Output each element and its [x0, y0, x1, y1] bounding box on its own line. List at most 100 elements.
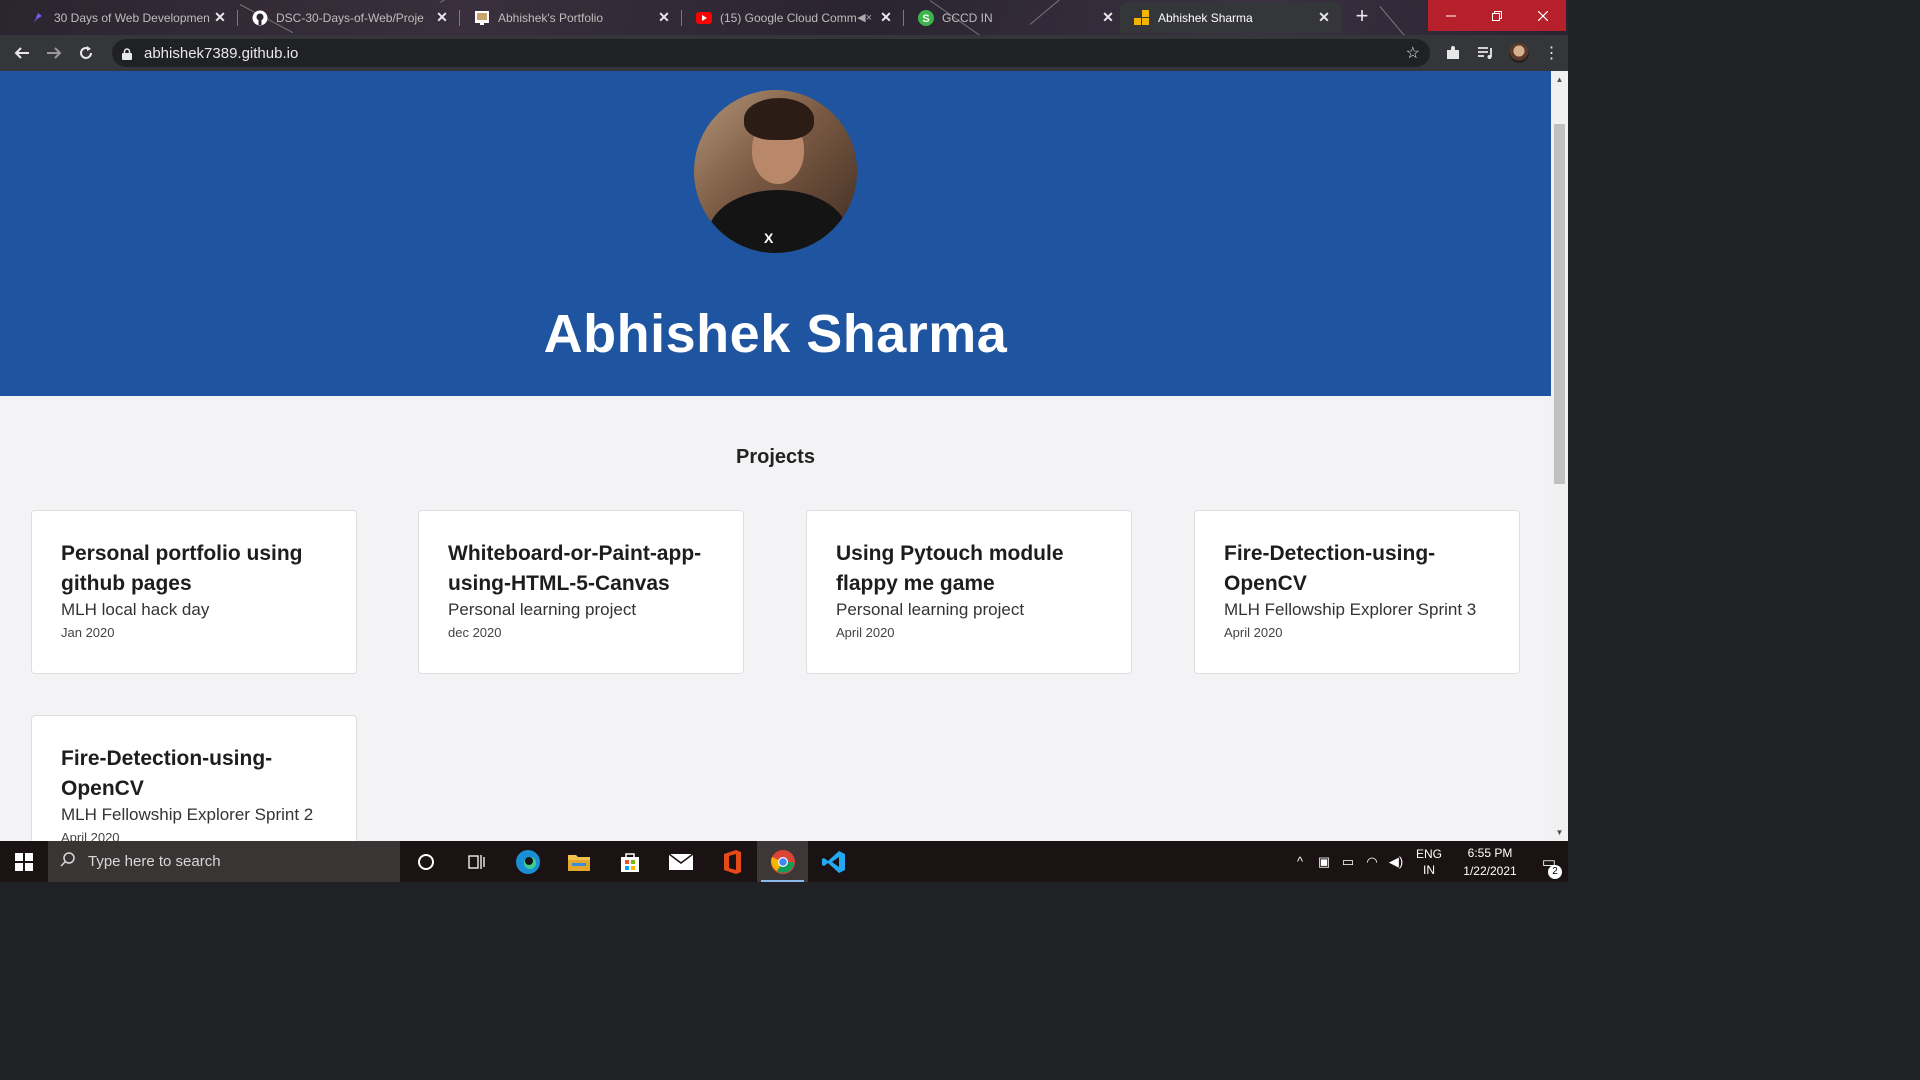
menu-kebab-icon[interactable]: ⋮: [1535, 37, 1568, 69]
project-card[interactable]: Fire-Detection-using-OpenCV MLH Fellowsh…: [31, 715, 357, 841]
windows-logo-icon: [15, 852, 33, 871]
forward-button[interactable]: [38, 37, 70, 69]
taskbar-office[interactable]: [706, 841, 757, 882]
taskbar-store[interactable]: [604, 841, 655, 882]
project-title: Fire-Detection-using-OpenCV: [61, 747, 273, 800]
github-icon: [252, 10, 268, 26]
store-icon: [620, 852, 639, 872]
project-subtitle: MLH Fellowship Explorer Sprint 3: [1224, 600, 1477, 619]
project-date: April 2020: [836, 625, 895, 640]
scroll-thumb[interactable]: [1554, 124, 1565, 484]
reload-icon: [80, 46, 92, 59]
cortana-icon: [417, 853, 434, 870]
close-window-button[interactable]: [1520, 0, 1566, 31]
project-subtitle: Personal learning project: [836, 600, 1025, 619]
reload-button[interactable]: [70, 37, 102, 69]
close-icon[interactable]: ✕: [1100, 9, 1116, 26]
lock-icon[interactable]: [122, 47, 132, 60]
project-title: Using Pytouch module flappy me game: [836, 542, 1064, 595]
wifi-icon[interactable]: ◠: [1360, 854, 1384, 870]
taskbar-search-box[interactable]: Type here to search: [48, 841, 400, 882]
close-icon[interactable]: ✕: [212, 9, 228, 26]
chevron-up-icon[interactable]: ^: [1288, 854, 1312, 869]
project-card[interactable]: Using Pytouch module flappy me game Pers…: [806, 510, 1132, 674]
hero-name: Abhishek Sharma: [543, 304, 1008, 364]
meet-now-icon[interactable]: ▣: [1312, 854, 1336, 870]
project-title: Personal portfolio using github pages: [61, 542, 303, 595]
s-icon: S: [918, 9, 934, 26]
tab-gccd[interactable]: S GCCD IN ✕: [904, 2, 1126, 33]
project-date: April 2020: [61, 830, 120, 841]
task-view-icon: [467, 854, 485, 869]
tab-github[interactable]: DSC-30-Days-of-Web/Proje ✕: [238, 2, 460, 33]
youtube-icon: [696, 10, 712, 26]
new-tab-button[interactable]: +: [1350, 5, 1374, 28]
taskbar-file-explorer[interactable]: [553, 841, 604, 882]
tab-portfolio[interactable]: Abhishek's Portfolio ✕: [460, 2, 682, 33]
profile-avatar[interactable]: [1502, 37, 1535, 69]
arrow-left-icon: [14, 47, 29, 59]
restore-button[interactable]: [1474, 0, 1520, 31]
scroll-down-arrow[interactable]: ▼: [1551, 824, 1568, 841]
notification-count: 2: [1548, 864, 1562, 879]
hero-banner: X Abhishek Sharma: [0, 71, 1551, 396]
search-placeholder: Type here to search: [88, 853, 221, 870]
close-icon[interactable]: ✕: [656, 9, 672, 26]
volume-icon[interactable]: ◀): [1384, 854, 1408, 870]
project-subtitle: MLH local hack day: [61, 600, 210, 619]
office-icon: [723, 849, 741, 874]
grid-icon: [1134, 9, 1150, 26]
project-date: dec 2020: [448, 625, 502, 640]
search-icon: [60, 851, 76, 872]
close-icon[interactable]: ✕: [434, 9, 450, 26]
profile-photo: X: [694, 90, 857, 253]
project-card[interactable]: Personal portfolio using github pages ML…: [31, 510, 357, 674]
project-title: Whiteboard-or-Paint-app-using-HTML-5-Can…: [448, 542, 702, 595]
portfolio-icon: [474, 10, 490, 26]
vertical-scrollbar[interactable]: ▲ ▼: [1551, 71, 1568, 841]
windows-taskbar: Type here to search ^ ▣ ▭ ◠ ◀) ENG IN 6:…: [0, 841, 1568, 882]
close-icon[interactable]: ✕: [878, 9, 894, 26]
task-view-button[interactable]: [451, 841, 502, 882]
start-button[interactable]: [0, 841, 48, 882]
project-title: Fire-Detection-using-OpenCV: [1224, 542, 1436, 595]
taskbar-vscode[interactable]: [808, 841, 859, 882]
scroll-up-arrow[interactable]: ▲: [1551, 71, 1568, 88]
edge-icon: [515, 849, 540, 874]
tab-30-days[interactable]: 30 Days of Web Developmen ✕: [16, 2, 238, 33]
bookmark-star-icon[interactable]: ☆: [1406, 43, 1420, 63]
svg-text:S: S: [922, 13, 929, 25]
stack-icon: [30, 10, 46, 26]
notification-center-button[interactable]: ▭ 2: [1530, 853, 1568, 879]
language-indicator[interactable]: ENG IN: [1408, 846, 1450, 878]
back-button[interactable]: [6, 37, 38, 69]
taskbar-chrome[interactable]: [757, 841, 808, 882]
mute-icon[interactable]: ◀×: [857, 11, 872, 24]
folder-icon: [567, 854, 590, 871]
vscode-icon: [821, 850, 845, 873]
project-card[interactable]: Whiteboard-or-Paint-app-using-HTML-5-Can…: [418, 510, 744, 674]
tab-abhishek-sharma[interactable]: Abhishek Sharma ✕: [1120, 2, 1342, 33]
cortana-button[interactable]: [400, 841, 451, 882]
project-date: April 2020: [1224, 625, 1283, 640]
tab-strip: 30 Days of Web Developmen ✕ DSC-30-Days-…: [0, 0, 1568, 35]
battery-icon[interactable]: ▭: [1336, 854, 1360, 870]
taskbar-mail[interactable]: [655, 841, 706, 882]
clock[interactable]: 6:55 PM 1/22/2021: [1450, 844, 1530, 880]
tab-youtube[interactable]: (15) Google Cloud Comm ◀× ✕: [682, 2, 904, 33]
close-icon[interactable]: ✕: [1316, 9, 1332, 26]
media-control-icon[interactable]: [1469, 37, 1502, 69]
project-card[interactable]: Fire-Detection-using-OpenCV MLH Fellowsh…: [1194, 510, 1520, 674]
chrome-icon: [770, 849, 795, 874]
taskbar-edge[interactable]: [502, 841, 553, 882]
page-viewport: X Abhishek Sharma Projects Personal port…: [0, 71, 1551, 841]
shirt-logo: X: [764, 230, 774, 246]
clock-date: 1/22/2021: [1463, 863, 1517, 878]
extensions-icon[interactable]: [1436, 37, 1469, 69]
minimize-button[interactable]: [1428, 0, 1474, 31]
project-subtitle: MLH Fellowship Explorer Sprint 2: [61, 805, 314, 824]
project-date: Jan 2020: [61, 625, 115, 640]
address-bar[interactable]: abhishek7389.github.io ☆: [112, 39, 1430, 67]
projects-heading: Projects: [736, 446, 815, 468]
url-text: abhishek7389.github.io: [144, 44, 299, 62]
